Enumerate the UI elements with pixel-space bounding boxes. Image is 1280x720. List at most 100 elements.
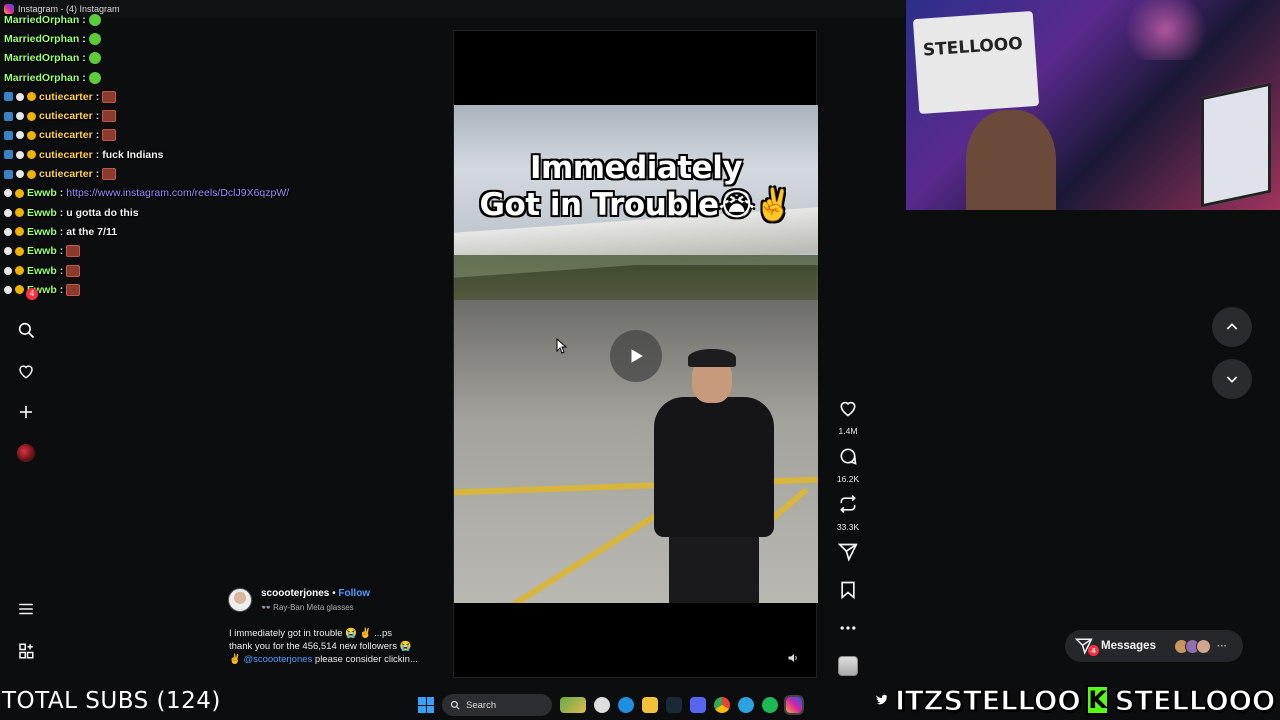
chat-badge-icon bbox=[4, 189, 12, 198]
chat-emote-icon bbox=[102, 168, 117, 181]
taskbar-search[interactable]: Search bbox=[442, 694, 552, 716]
bookmark-icon[interactable] bbox=[838, 580, 858, 600]
chat-badge-icon bbox=[15, 285, 24, 295]
streamer bbox=[966, 110, 1056, 210]
chat-badge-icon bbox=[16, 131, 24, 140]
heart-icon[interactable] bbox=[12, 357, 40, 385]
repost-icon[interactable] bbox=[838, 494, 858, 514]
chat-link[interactable]: https://www.instagram.com/reels/DclJ9X6q… bbox=[66, 187, 289, 199]
next-reel-button[interactable] bbox=[1212, 359, 1252, 399]
volume-icon[interactable] bbox=[784, 649, 802, 667]
chat-badge-icon bbox=[16, 150, 24, 159]
telegram-icon[interactable] bbox=[738, 697, 754, 713]
previous-reel-button[interactable] bbox=[1212, 307, 1252, 347]
screen: Instagram - (4) Instagram MarriedOrphan:… bbox=[0, 0, 1280, 720]
chat-message: MarriedOrphan: bbox=[4, 49, 404, 68]
search-icon[interactable] bbox=[12, 316, 40, 344]
chat-emote-icon bbox=[88, 52, 101, 65]
chat-username: Ewwb bbox=[27, 206, 57, 219]
comment-action[interactable]: 16.2K bbox=[832, 446, 864, 484]
chat-emote-icon bbox=[66, 264, 81, 277]
chat-message: cutiecarter: bbox=[4, 164, 404, 183]
widgets-icon[interactable] bbox=[560, 697, 586, 713]
chat-message: Ewwb: u gotta do this bbox=[4, 203, 404, 222]
reel-player[interactable]: Immediately Got in Trouble😭✌️ bbox=[453, 30, 818, 678]
chat-message: Ewwb: bbox=[4, 261, 404, 280]
profile-avatar[interactable] bbox=[12, 439, 40, 467]
chat-emote-icon bbox=[102, 90, 117, 103]
chat-username: MarriedOrphan bbox=[4, 13, 80, 26]
edge-icon[interactable] bbox=[618, 697, 634, 713]
chat-username: MarriedOrphan bbox=[4, 71, 80, 84]
video-text-overlay: Immediately Got in Trouble😭✌️ bbox=[479, 150, 793, 223]
chat-username: cutiecarter bbox=[39, 168, 93, 181]
chat-badge-icon bbox=[16, 170, 24, 179]
avatar bbox=[1195, 638, 1211, 654]
spotify-icon[interactable] bbox=[762, 697, 778, 713]
follow-button[interactable]: Follow bbox=[338, 588, 370, 599]
save-action[interactable] bbox=[832, 580, 864, 605]
chat-message: MarriedOrphan: bbox=[4, 68, 404, 87]
chat-text: at the 7/11 bbox=[66, 225, 118, 238]
chat-badge-icon bbox=[15, 227, 24, 237]
discord-icon[interactable] bbox=[690, 697, 706, 713]
chat-emote-icon bbox=[88, 13, 101, 26]
heart-icon[interactable] bbox=[838, 398, 858, 418]
chat-message: MarriedOrphan: bbox=[4, 10, 404, 29]
play-button[interactable] bbox=[610, 330, 662, 382]
chat-badge-icon bbox=[27, 130, 36, 140]
chevron-down-icon bbox=[1226, 376, 1238, 383]
original-audio-thumbnail[interactable] bbox=[838, 656, 858, 676]
instagram-icon[interactable] bbox=[784, 695, 804, 715]
more-options-icon[interactable] bbox=[832, 620, 864, 638]
chat-badge-icon bbox=[27, 111, 36, 121]
chat-message: Ewwb: bbox=[4, 242, 404, 261]
like-action[interactable]: 1.4M bbox=[832, 398, 864, 436]
chat-emote-icon bbox=[88, 32, 101, 45]
chat-emote-icon bbox=[102, 110, 117, 123]
chat-badge-icon bbox=[4, 130, 13, 140]
windows-start-icon[interactable] bbox=[418, 697, 434, 713]
chat-badge-icon bbox=[4, 266, 12, 275]
obs-icon[interactable] bbox=[594, 697, 610, 713]
author-username[interactable]: scoooterjones bbox=[261, 588, 329, 599]
windows-taskbar: Search bbox=[418, 690, 868, 720]
caption-mention[interactable]: @scoooterjones bbox=[243, 654, 312, 665]
repost-action[interactable]: 33.3K bbox=[832, 494, 864, 532]
message-avatars bbox=[1173, 638, 1211, 654]
chat-username: cutiecarter bbox=[39, 110, 93, 123]
messages-button[interactable]: 4 Messages ··· bbox=[1065, 630, 1243, 662]
chat-badge-icon bbox=[4, 208, 12, 217]
messages-label: Messages bbox=[1101, 640, 1156, 652]
share-action[interactable] bbox=[832, 542, 864, 567]
chat-badge-icon bbox=[15, 188, 24, 198]
file-explorer-icon[interactable] bbox=[642, 697, 658, 713]
kick-handle: STELLOOO bbox=[1114, 683, 1276, 718]
comment-icon[interactable] bbox=[838, 446, 858, 466]
post-caption[interactable]: I immediately got in trouble 😭 ✌️ ...ps … bbox=[229, 627, 439, 666]
chat-badge-icon bbox=[16, 92, 24, 101]
send-icon[interactable] bbox=[837, 542, 858, 562]
chat-badge-icon bbox=[27, 150, 36, 160]
comment-count: 16.2K bbox=[836, 474, 860, 484]
author-avatar[interactable] bbox=[228, 588, 252, 612]
messages-badge: 4 bbox=[1088, 645, 1099, 656]
webcam-feed: STELLOOO bbox=[906, 0, 1280, 210]
chat-badge-icon bbox=[15, 266, 24, 275]
chat-message: cutiecarter: bbox=[4, 126, 404, 145]
search-icon bbox=[450, 700, 460, 710]
reel-video[interactable]: Immediately Got in Trouble😭✌️ bbox=[454, 105, 818, 603]
chat-username: Ewwb bbox=[27, 264, 57, 277]
grid-icon[interactable] bbox=[12, 637, 40, 665]
chat-message: cutiecarter: fuck Indians bbox=[4, 145, 404, 164]
steam-icon[interactable] bbox=[666, 697, 682, 713]
twitter-handle: ITZSTELLOO bbox=[894, 683, 1082, 718]
chat-username: Ewwb bbox=[27, 245, 57, 258]
chrome-icon[interactable] bbox=[714, 697, 730, 713]
menu-icon[interactable] bbox=[12, 595, 40, 623]
chat-message: Ewwb: bbox=[4, 280, 404, 299]
chat-badge-icon bbox=[4, 111, 13, 121]
chat-badge-icon bbox=[16, 112, 24, 121]
plus-icon[interactable] bbox=[12, 398, 40, 426]
chat-message: Ewwb: https://www.instagram.com/reels/Dcl… bbox=[4, 184, 404, 203]
